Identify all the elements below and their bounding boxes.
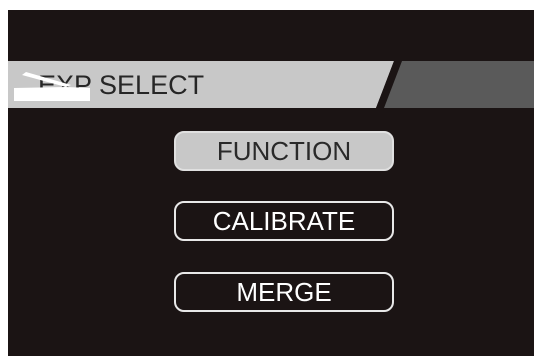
- function-button[interactable]: FUNCTION: [174, 131, 394, 171]
- title-bar: EXP SELECT: [8, 61, 534, 108]
- device-screen: EXP SELECT FUNCTION CALIBRATE MERGE: [8, 10, 534, 356]
- expression-pedal-icon: [14, 72, 90, 101]
- calibrate-button[interactable]: CALIBRATE: [174, 201, 394, 241]
- merge-button[interactable]: MERGE: [174, 272, 394, 312]
